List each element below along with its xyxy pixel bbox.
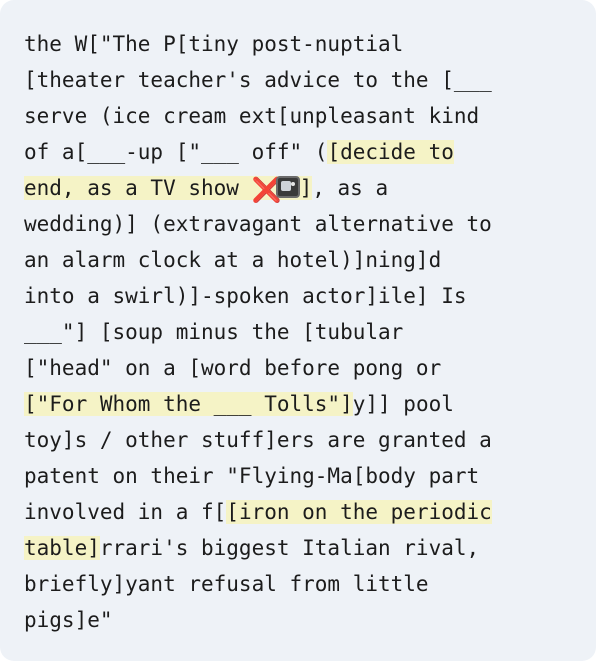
puzzle-line: involved in a f[: [24, 500, 227, 524]
puzzle-line: of a[___-up ["___ off" (: [24, 140, 328, 164]
puzzle-line: briefly]yant refusal from little: [24, 572, 429, 596]
puzzle-text: the W["The P[tiny post-nuptial [theater …: [24, 26, 580, 638]
puzzle-line: , as a: [312, 176, 389, 200]
puzzle-line: [theater teacher's advice to the [___: [24, 68, 492, 92]
puzzle-line: ["head" on a [word before pong or: [24, 356, 442, 380]
puzzle-line: y]] pool: [352, 392, 454, 416]
puzzle-line: toy]s / other stuff]ers are granted a: [24, 428, 492, 452]
puzzle-line: patent on their "Flying-Ma[body part: [24, 464, 480, 488]
highlighted-text: end, as a TV show: [24, 176, 252, 200]
highlighted-clue-tv-show-cont: end, as a TV show ❌]: [24, 176, 313, 204]
puzzle-line: pigs]e": [24, 608, 113, 632]
television-icon: [275, 176, 300, 198]
highlighted-clue-hemingway: ["For Whom the ___ Tolls"]: [24, 392, 353, 416]
highlighted-text: ]: [299, 176, 313, 200]
puzzle-line: ___"] [soup minus the [tubular: [24, 320, 404, 344]
puzzle-line: an alarm clock at a hotel)]ning]d: [24, 248, 442, 272]
highlighted-clue-tv-show: [decide to: [327, 140, 454, 164]
cross-mark-icon: ❌: [251, 176, 282, 204]
puzzle-card: the W["The P[tiny post-nuptial [theater …: [0, 0, 596, 661]
puzzle-line: into a swirl)]-spoken actor]ile] Is: [24, 284, 467, 308]
puzzle-line: wedding)] (extravagant alternative to: [24, 212, 492, 236]
highlighted-clue-iron: [iron on the periodic: [226, 500, 492, 524]
puzzle-line: serve (ice cream ext[unpleasant kind: [24, 104, 480, 128]
highlighted-clue-iron-cont: table]: [24, 536, 100, 560]
puzzle-line: rrari's biggest Italian rival,: [99, 536, 480, 560]
puzzle-line: the W["The P[tiny post-nuptial: [24, 32, 404, 56]
